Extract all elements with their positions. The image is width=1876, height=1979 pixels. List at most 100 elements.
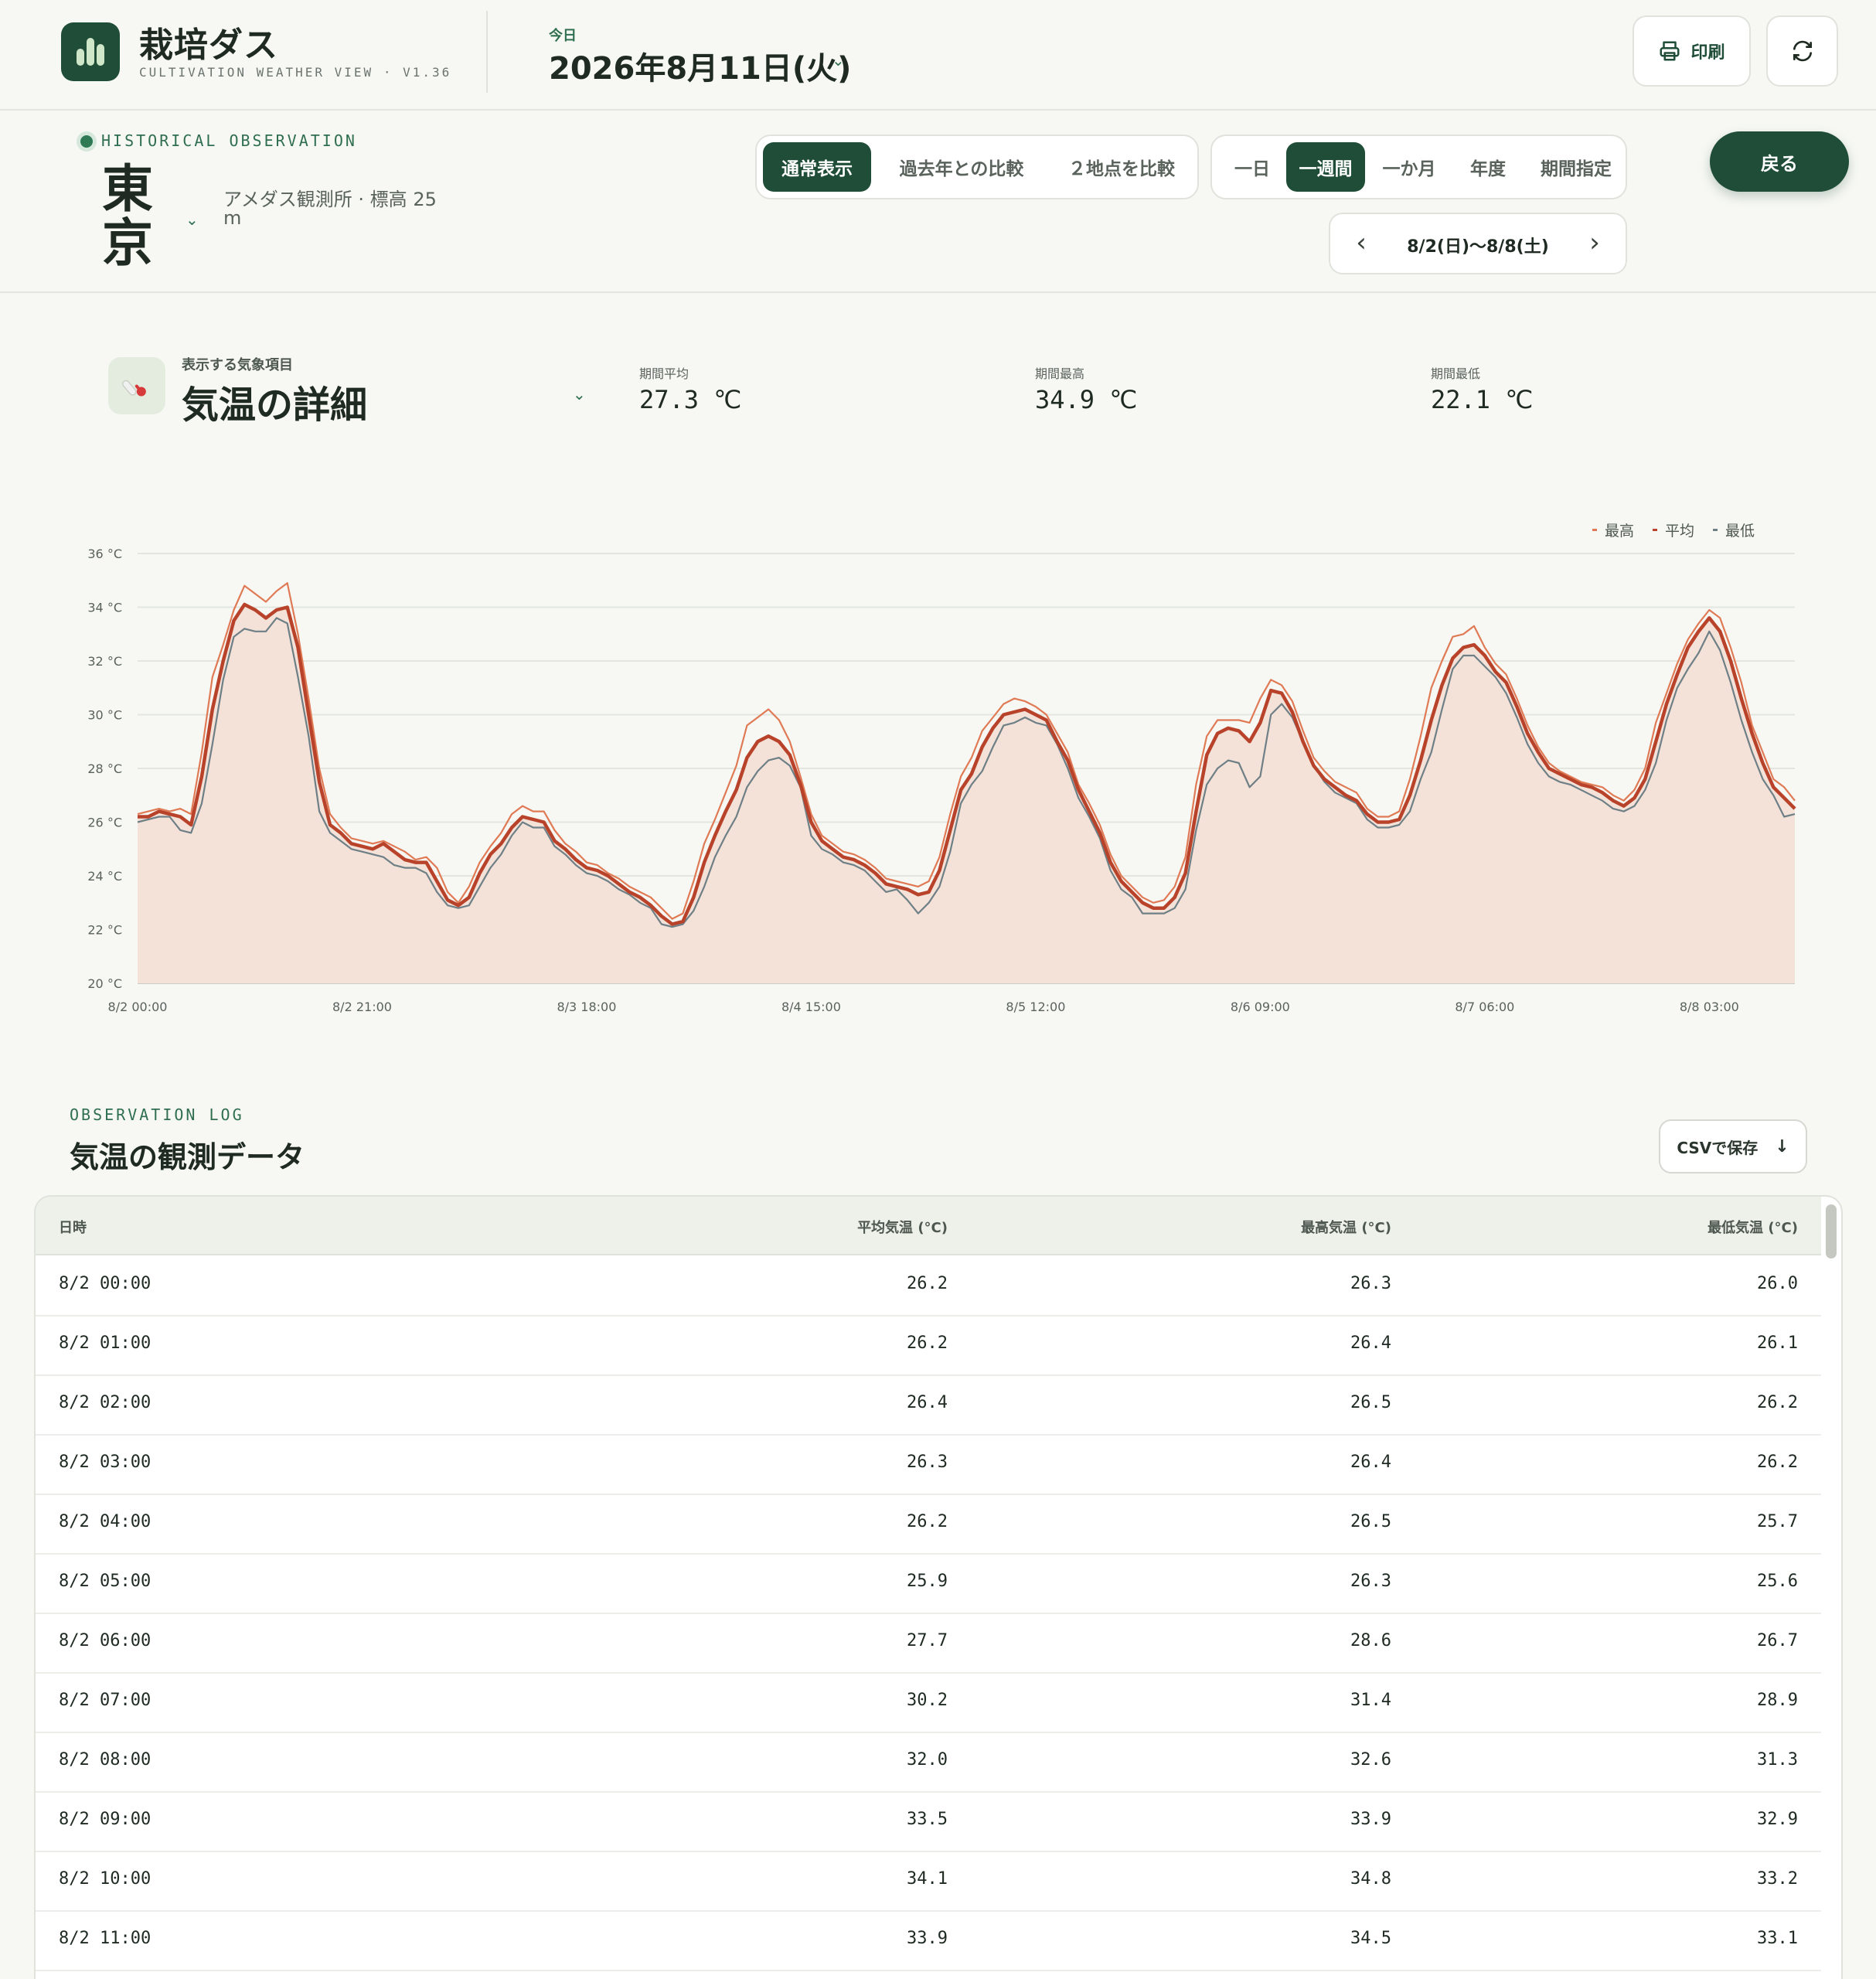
table-row[interactable]: 8/2 03:00 26.3 26.4 26.2 [36, 1434, 1821, 1495]
table-row[interactable]: 8/2 08:00 32.0 32.6 31.3 [36, 1732, 1821, 1793]
cell-min: 31.3 [1757, 1750, 1798, 1770]
app-subtitle: CULTIVATION WEATHER VIEW · V1.36 [139, 65, 452, 80]
cell-avg: 30.2 [907, 1691, 948, 1710]
y-tick-label: 36 °C [87, 547, 122, 561]
stat-min-label: 期間最低 [1431, 366, 1481, 381]
cell-max: 34.8 [1350, 1869, 1391, 1889]
cell-datetime: 8/2 04:00 [59, 1512, 152, 1531]
temperature-chart: 20 °C 22 °C 24 °C 26 °C 28 °C 30 °C 32 °C 34 °C… [87, 547, 1796, 1014]
cell-avg: 27.7 [907, 1631, 948, 1650]
cell-datetime: 8/2 01:00 [59, 1334, 152, 1353]
cell-avg: 32.0 [907, 1750, 948, 1770]
cell-max: 26.4 [1350, 1453, 1391, 1472]
download-arrow-icon: ↓ [1775, 1136, 1789, 1156]
y-tick-label: 20 °C [87, 976, 122, 991]
chart-legend: 最高 平均 最低 [1592, 519, 1755, 540]
range-tabs: 一日 一週間 一か月 年度 期間指定 [1210, 135, 1627, 199]
table-row[interactable]: 8/2 05:00 25.9 26.3 25.6 [36, 1553, 1821, 1614]
table-row[interactable]: 8/2 10:00 34.1 34.8 33.2 [36, 1851, 1821, 1912]
cell-max: 26.3 [1350, 1572, 1391, 1591]
observation-table: 日時 平均気温 (°C) 最高気温 (°C) 最低気温 (°C) 8/2 00:… [34, 1195, 1843, 1979]
tab-fiscal-year[interactable]: 年度 [1450, 142, 1526, 192]
city-selector[interactable]: 東京 [102, 162, 158, 271]
cell-min: 25.7 [1757, 1512, 1798, 1531]
tab-past-year-compare[interactable]: 過去年との比較 [880, 142, 1043, 192]
stat-max-label: 期間最高 [1035, 366, 1085, 381]
stat-average-label: 期間平均 [639, 366, 689, 381]
column-header-min[interactable]: 最低気温 (°C) [1707, 1217, 1798, 1237]
cell-min: 33.2 [1757, 1869, 1798, 1889]
cell-datetime: 8/2 02:00 [59, 1393, 152, 1412]
tab-one-month[interactable]: 一か月 [1370, 142, 1449, 192]
cell-min: 33.1 [1757, 1929, 1798, 1948]
column-header-datetime[interactable]: 日時 [59, 1217, 87, 1237]
cell-datetime: 8/2 00:00 [59, 1274, 152, 1293]
table-scrollbar[interactable] [1826, 1204, 1837, 1259]
today-date-selector[interactable]: 2026年8月11日(火) [549, 43, 851, 88]
csv-save-label: CSVで保存 [1677, 1138, 1759, 1157]
table-row[interactable]: 8/2 11:00 33.9 34.5 33.1 [36, 1910, 1821, 1971]
tab-one-day[interactable]: 一日 [1218, 142, 1286, 192]
table-row[interactable]: 8/2 00:00 26.2 26.3 26.0 [36, 1255, 1821, 1316]
tab-one-week[interactable]: 一週間 [1286, 142, 1365, 192]
column-header-avg[interactable]: 平均気温 (°C) [857, 1217, 948, 1237]
cell-min: 26.2 [1757, 1453, 1798, 1472]
cell-max: 26.3 [1350, 1274, 1391, 1293]
stat-min-value: 22.1 ℃ [1431, 385, 1534, 414]
table-header: 日時 平均気温 (°C) 最高気温 (°C) 最低気温 (°C) [36, 1197, 1821, 1255]
y-tick-label: 22 °C [87, 923, 122, 938]
cell-avg: 26.4 [907, 1393, 948, 1412]
print-button[interactable]: 印刷 [1633, 15, 1751, 87]
cell-avg: 26.2 [907, 1512, 948, 1531]
table-row[interactable]: 8/2 04:00 26.2 26.5 25.7 [36, 1494, 1821, 1555]
cell-datetime: 8/2 06:00 [59, 1631, 152, 1650]
cell-avg: 25.9 [907, 1572, 948, 1591]
table-row[interactable]: 8/2 06:00 27.7 28.6 26.7 [36, 1613, 1821, 1674]
y-tick-label: 30 °C [87, 708, 122, 723]
cell-datetime: 8/2 03:00 [59, 1453, 152, 1472]
x-tick-label: 8/6 09:00 [1231, 1000, 1290, 1014]
cell-avg: 33.9 [907, 1929, 948, 1948]
cell-avg: 26.2 [907, 1334, 948, 1353]
y-tick-label: 32 °C [87, 654, 122, 669]
legend-item-max[interactable]: 最高 [1592, 519, 1634, 540]
csv-save-button[interactable]: CSVで保存 ↓ [1659, 1119, 1807, 1173]
cell-datetime: 8/2 05:00 [59, 1572, 152, 1591]
table-row[interactable]: 8/2 01:00 26.2 26.4 26.1 [36, 1315, 1821, 1376]
table-row[interactable]: 8/2 07:00 30.2 31.4 28.9 [36, 1672, 1821, 1733]
x-tick-label: 8/2 21:00 [332, 1000, 392, 1014]
cell-datetime: 8/2 11:00 [59, 1929, 152, 1948]
cell-avg: 26.3 [907, 1453, 948, 1472]
x-tick-label: 8/8 03:00 [1680, 1000, 1739, 1014]
table-row[interactable]: 8/2 09:00 33.5 33.9 32.9 [36, 1791, 1821, 1852]
cell-datetime: 8/2 09:00 [59, 1810, 152, 1829]
tab-two-site-compare[interactable]: ２地点を比較 [1049, 142, 1194, 192]
cell-min: 26.0 [1757, 1274, 1798, 1293]
chevron-right-icon[interactable]: › [1579, 228, 1610, 259]
app-header: 栽培ダス CULTIVATION WEATHER VIEW · V1.36 今日… [0, 0, 1876, 111]
y-tick-label: 34 °C [87, 601, 122, 615]
cell-datetime: 8/2 08:00 [59, 1750, 152, 1770]
refresh-icon [1793, 40, 1812, 62]
column-header-max[interactable]: 最高気温 (°C) [1301, 1217, 1391, 1237]
app-logo-icon [61, 22, 120, 81]
legend-item-min[interactable]: 最低 [1713, 519, 1755, 540]
refresh-button[interactable] [1766, 15, 1838, 87]
cell-max: 34.5 [1350, 1929, 1391, 1948]
table-row[interactable]: 8/2 02:00 26.4 26.5 26.2 [36, 1374, 1821, 1436]
chevron-down-icon[interactable]: ⌄ [186, 210, 199, 229]
status-dot-icon [80, 135, 93, 148]
cell-min: 32.9 [1757, 1810, 1798, 1829]
cell-min: 26.7 [1757, 1631, 1798, 1650]
print-label: 印刷 [1690, 43, 1725, 63]
legend-item-avg[interactable]: 平均 [1653, 519, 1694, 540]
chevron-down-icon[interactable]: ⌄ [573, 385, 586, 404]
back-button[interactable]: 戻る [1710, 131, 1849, 192]
tab-normal-view[interactable]: 通常表示 [763, 142, 871, 192]
cell-max: 26.5 [1350, 1393, 1391, 1412]
tab-custom-range[interactable]: 期間指定 [1529, 142, 1623, 192]
cell-avg: 33.5 [907, 1810, 948, 1829]
legend-label-min: 最低 [1725, 523, 1755, 540]
metric-selector[interactable]: 気温の詳細 [182, 374, 367, 428]
chevron-down-icon[interactable]: ⌄ [832, 51, 845, 70]
